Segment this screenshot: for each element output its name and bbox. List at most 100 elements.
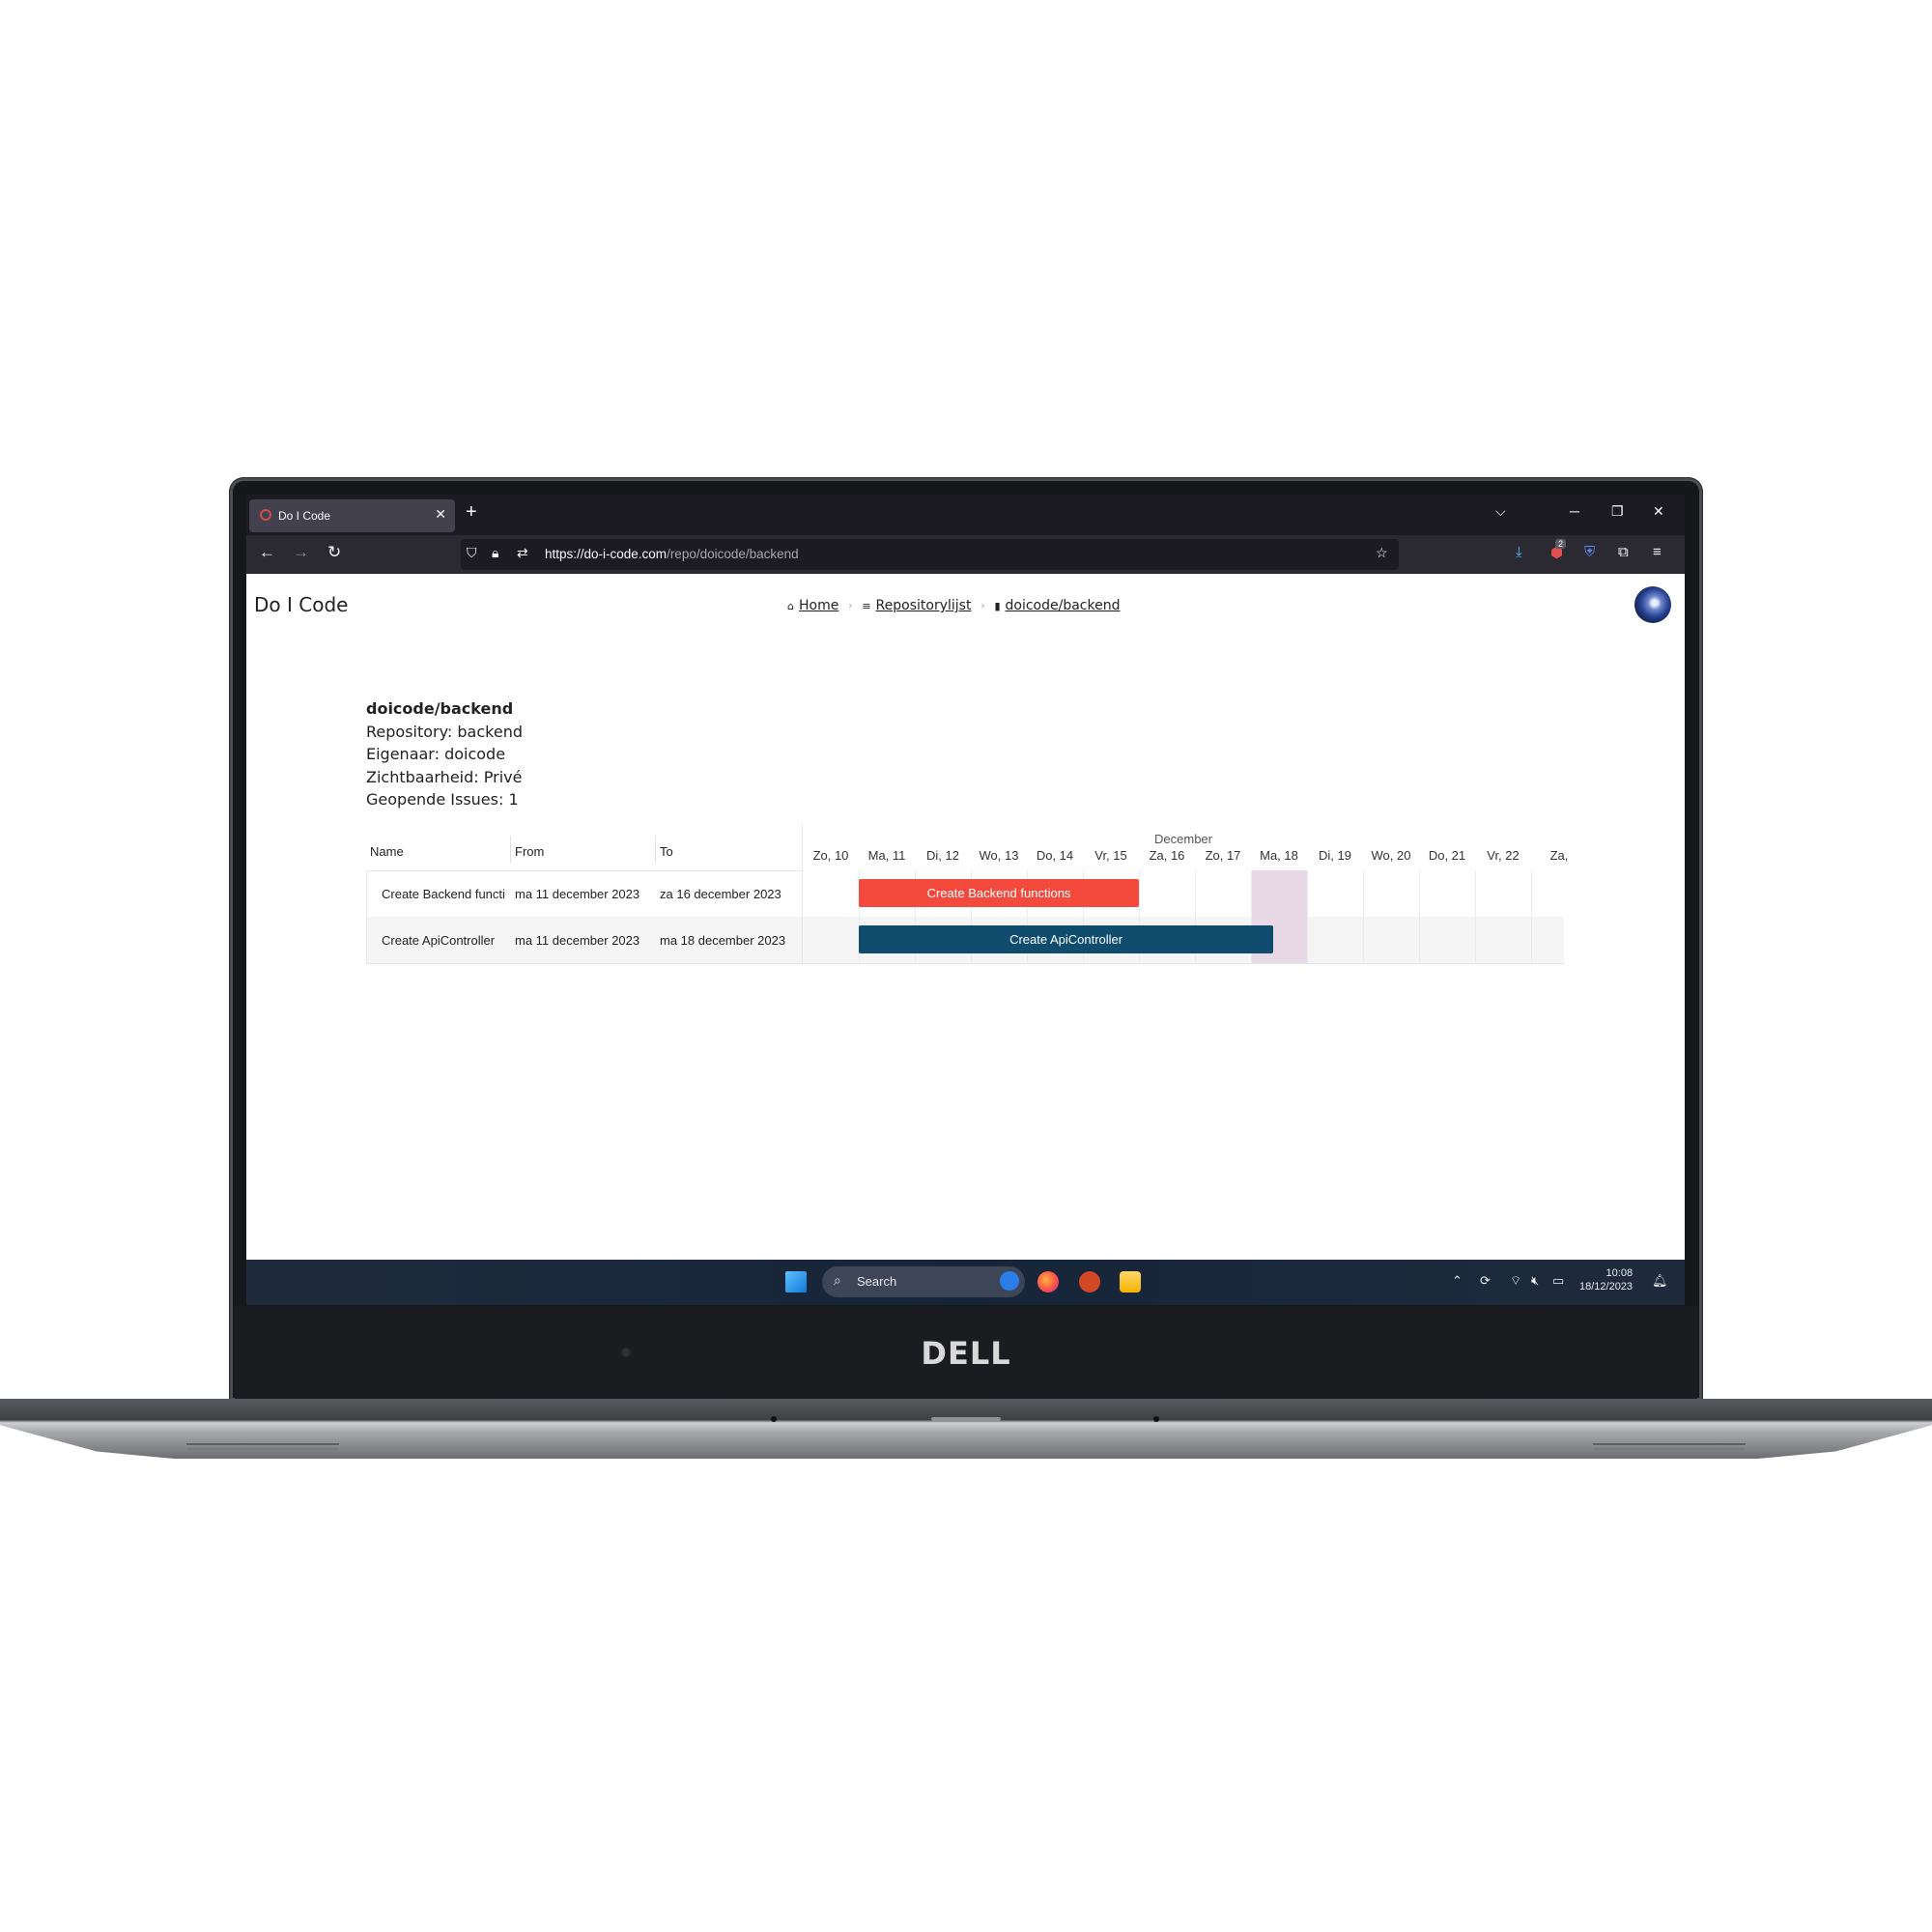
- day-gridline: [1531, 870, 1532, 964]
- day-gridline: [1307, 870, 1308, 964]
- tab-title: Do I Code: [278, 509, 331, 523]
- minimize-icon[interactable]: ─: [1570, 503, 1579, 519]
- column-header-from[interactable]: From: [515, 844, 544, 859]
- day-label: Vr, 15: [1094, 848, 1127, 863]
- avatar[interactable]: [1634, 586, 1671, 623]
- wifi-icon[interactable]: ⌔: [1510, 1273, 1521, 1289]
- clock-time: 10:08: [1605, 1267, 1634, 1279]
- hinge-dot-left: [771, 1416, 777, 1422]
- browser-tab[interactable]: Do I Code ✕: [249, 499, 455, 532]
- breadcrumb-repo[interactable]: ▮ doicode/backend: [994, 598, 1120, 613]
- extensions-icon[interactable]: ⧉: [1618, 544, 1629, 560]
- restore-icon[interactable]: ❐: [1611, 503, 1624, 520]
- powerpoint-icon[interactable]: [1079, 1271, 1100, 1293]
- new-tab-icon[interactable]: +: [466, 501, 477, 524]
- repo-repository: Repository: backend: [366, 722, 523, 741]
- speaker-vent-left-lower: [186, 1448, 339, 1450]
- close-tab-icon[interactable]: ✕: [435, 506, 446, 523]
- table-border: [366, 870, 367, 964]
- downloads-icon[interactable]: ⤓: [1516, 544, 1522, 560]
- hinge-dot-right: [1153, 1416, 1159, 1422]
- reload-icon[interactable]: ↻: [327, 543, 341, 562]
- breadcrumb-label[interactable]: Repositorylijst: [876, 598, 972, 613]
- laptop-brand-logo: DELL: [921, 1335, 1011, 1372]
- shield-icon[interactable]: ⛉: [467, 545, 477, 561]
- task-name: Create ApiController: [382, 933, 496, 948]
- timeline: December Zo, 10 Ma, 11 Di, 12 Wo, 13 Do, 14 V…: [803, 824, 1568, 964]
- day-label: Vr, 22: [1487, 848, 1520, 863]
- battery-icon[interactable]: ▭: [1552, 1273, 1564, 1289]
- back-icon[interactable]: ←: [259, 543, 275, 562]
- breadcrumb-label[interactable]: doicode/backend: [1006, 598, 1121, 613]
- home-icon: ⌂: [787, 599, 794, 612]
- list-tabs-icon[interactable]: ⌵: [1495, 503, 1506, 520]
- browser-tab-bar: Do I Code ✕ + ⌵ ─ ❐ ✕: [246, 495, 1685, 535]
- book-icon: ▮: [994, 599, 1001, 612]
- favicon-icon: [260, 509, 271, 521]
- search-icon: ⌕: [834, 1272, 841, 1288]
- breadcrumb: ⌂ Home › ≡ Repositorylijst › ▮ doicode/b…: [787, 598, 1120, 613]
- taskbar-clock[interactable]: 10:08 18/12/2023: [1579, 1266, 1633, 1293]
- day-label: Zo, 10: [812, 848, 849, 863]
- repo-title: doicode/backend: [366, 699, 514, 718]
- day-label: Wo, 13: [979, 848, 1019, 863]
- password-manager-icon[interactable]: ⛨: [1584, 544, 1595, 560]
- column-header-name[interactable]: Name: [370, 844, 404, 859]
- gantt-chart: Name From To Create Backend functi ma 11…: [366, 824, 1568, 964]
- forward-icon[interactable]: →: [293, 543, 309, 562]
- task-row[interactable]: Create ApiController ma 11 december 2023…: [366, 917, 802, 963]
- permissions-icon[interactable]: ⇄: [517, 545, 528, 561]
- bing-icon[interactable]: [1000, 1271, 1019, 1291]
- column-divider[interactable]: [655, 836, 656, 863]
- day-label: Do, 21: [1428, 848, 1466, 863]
- webcam: [620, 1347, 632, 1358]
- url-bar[interactable]: ⛉ 🔒︎ ⇄ https://do-i-code.com/repo/doicod…: [461, 539, 1399, 570]
- day-label: Ma, 18: [1260, 848, 1298, 863]
- task-from: ma 11 december 2023: [515, 887, 640, 901]
- firefox-icon[interactable]: [1037, 1271, 1059, 1293]
- speaker-vent-right-lower: [1593, 1448, 1746, 1450]
- repo-open-issues: Geopende Issues: 1: [366, 790, 519, 809]
- lock-icon[interactable]: 🔒︎: [492, 545, 498, 561]
- speaker-muted-icon[interactable]: 🔇︎: [1531, 1273, 1539, 1289]
- extension-badge: 2: [1555, 539, 1567, 549]
- column-header-to[interactable]: To: [660, 844, 673, 859]
- chevron-right-icon: ›: [848, 600, 853, 611]
- task-to: za 16 december 2023: [660, 887, 781, 901]
- menu-icon[interactable]: ≡: [1653, 544, 1662, 560]
- windows-taskbar: ⌕ Search ⌃ ⟳ ⌔ 🔇︎ ▭ 10:08 18/12/2023 🔔︎: [246, 1260, 1685, 1305]
- column-divider[interactable]: [510, 836, 511, 863]
- day-label: Wo, 20: [1371, 848, 1411, 863]
- speaker-vent-left: [186, 1443, 339, 1445]
- file-explorer-icon[interactable]: [1120, 1271, 1141, 1293]
- day-label: Do, 14: [1036, 848, 1074, 863]
- gantt-table-header: Name From To: [366, 824, 802, 871]
- app-brand[interactable]: Do I Code: [254, 593, 348, 616]
- day-gridline: [1419, 870, 1420, 964]
- taskbar-search[interactable]: ⌕ Search: [822, 1266, 1025, 1297]
- close-window-icon[interactable]: ✕: [1653, 503, 1664, 520]
- breadcrumb-label[interactable]: Home: [799, 598, 838, 613]
- repo-visibility: Zichtbaarheid: Privé: [366, 767, 523, 786]
- table-border: [366, 963, 1564, 964]
- browser-nav-bar: ← → ↻ ⛉ 🔒︎ ⇄ https://do-i-code.com/repo/…: [246, 535, 1685, 574]
- day-gridline: [1475, 870, 1476, 964]
- repo-owner: Eigenaar: doicode: [366, 745, 506, 763]
- day-label: Di, 19: [1319, 848, 1351, 863]
- month-label: December: [1154, 832, 1212, 846]
- sync-icon[interactable]: ⟳: [1480, 1273, 1491, 1289]
- day-label: Za, 16: [1149, 848, 1185, 863]
- notifications-icon[interactable]: 🔔︎: [1652, 1273, 1668, 1289]
- bookmark-star-icon[interactable]: ☆: [1376, 545, 1388, 561]
- day-label: Di, 12: [926, 848, 959, 863]
- task-bar[interactable]: Create Backend functions: [859, 879, 1139, 907]
- day-label: Ma, 11: [867, 848, 906, 863]
- breadcrumb-repositorylijst[interactable]: ≡ Repositorylijst: [862, 598, 971, 613]
- tray-chevron-up-icon[interactable]: ⌃: [1452, 1273, 1463, 1289]
- task-to: ma 18 december 2023: [660, 933, 786, 948]
- task-row[interactable]: Create Backend functi ma 11 december 202…: [366, 870, 802, 917]
- start-icon[interactable]: [785, 1271, 807, 1293]
- url-text[interactable]: https://do-i-code.com/repo/doicode/backe…: [545, 547, 799, 561]
- breadcrumb-home[interactable]: ⌂ Home: [787, 598, 838, 613]
- task-bar[interactable]: Create ApiController: [859, 925, 1274, 953]
